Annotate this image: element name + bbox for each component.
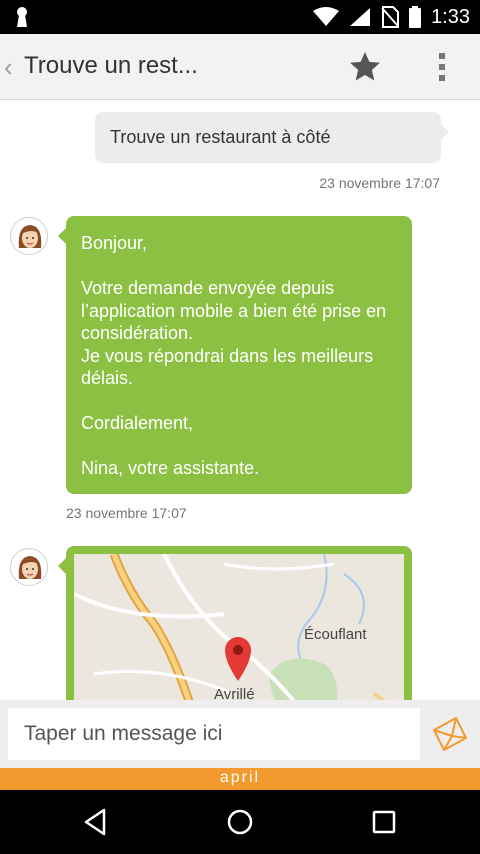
status-time: 1:33 [431,5,470,28]
map-pin-icon[interactable] [222,634,254,682]
map-preview[interactable]: Écouflant Avrillé [74,554,404,700]
message-input[interactable] [8,708,420,760]
no-sim-icon [381,6,400,28]
incoming-message-bubble: Bonjour, Votre demande envoyée depuis l’… [58,216,412,494]
keyhole-icon [17,7,27,27]
chat-thread[interactable]: Trouve un restaurant à côté 23 novembre … [0,100,480,700]
message-composer [0,700,480,768]
conversation-title[interactable]: Trouve un rest... [24,52,198,80]
recents-nav-icon[interactable] [366,804,402,840]
incoming-message-text: Bonjour, Votre demande envoyée depuis l’… [81,233,387,478]
map-place-label: Écouflant [304,626,367,643]
april-logo: april [219,769,261,786]
brand-bar: april [0,768,480,790]
assistant-face-icon [18,225,42,254]
incoming-timestamp: 23 novembre 17:07 [66,505,187,521]
outgoing-message-bubble: Trouve un restaurant à côté [95,112,449,163]
overflow-menu-icon[interactable] [430,50,454,84]
status-bar: 1:33 [0,0,480,34]
home-nav-icon[interactable] [222,804,258,840]
map-message-bubble[interactable]: Écouflant Avrillé [58,546,412,700]
assistant-avatar [10,548,48,586]
send-icon[interactable] [430,714,470,754]
wifi-icon [313,7,340,26]
outgoing-message-text: Trouve un restaurant à côté [110,127,331,147]
outgoing-timestamp: 23 novembre 17:07 [319,175,440,191]
signal-icon [350,8,371,26]
back-chevron-icon[interactable]: ‹ [4,52,13,83]
action-bar: ‹ Trouve un rest... [0,34,480,100]
map-place-label: Avrillé [214,686,255,700]
star-icon[interactable] [347,49,383,85]
assistant-face-icon [18,556,42,585]
assistant-avatar [10,217,48,255]
system-navigation-bar [0,790,480,854]
battery-icon [409,6,422,28]
back-nav-icon[interactable] [78,804,114,840]
